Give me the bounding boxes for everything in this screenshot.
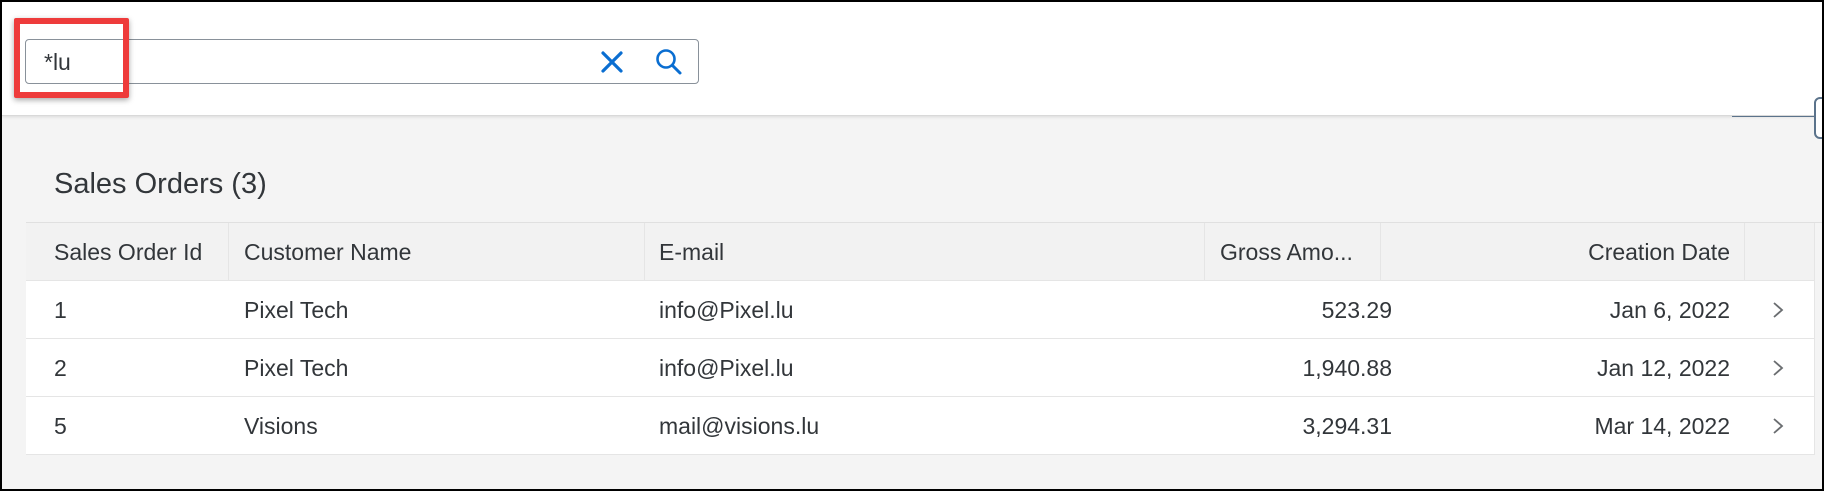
sales-orders-table: Sales Order Id Customer Name E-mail Gros… — [26, 222, 1822, 455]
table-row[interactable]: 5 Visions mail@visions.lu 3,294.31 Mar 1… — [26, 397, 1822, 455]
search-icon[interactable] — [654, 47, 684, 77]
cell-sales-order-id: 2 — [54, 355, 67, 381]
cell-gross-amount: 1,940.88 — [1302, 355, 1392, 381]
column-header-email[interactable]: E-mail — [659, 223, 1159, 281]
cell-email: mail@visions.lu — [659, 413, 820, 439]
row-spacer — [1814, 339, 1822, 397]
column-header-sales-order-id[interactable]: Sales Order Id — [54, 223, 224, 281]
cell-creation-date: Mar 14, 2022 — [1594, 413, 1730, 439]
table-title: Sales Orders (3) — [54, 168, 267, 200]
row-spacer — [1814, 281, 1822, 339]
cell-gross-amount: 3,294.31 — [1302, 413, 1392, 439]
cell-customer-name: Pixel Tech — [244, 355, 349, 381]
splitter-line — [1732, 116, 1822, 117]
app-frame: *lu Sales Orders (3) Sales Order Id Cust… — [0, 0, 1824, 491]
chevron-right-icon[interactable] — [1748, 397, 1808, 455]
splitter-handle[interactable] — [1814, 97, 1822, 139]
table-row[interactable]: 2 Pixel Tech info@Pixel.lu 1,940.88 Jan … — [26, 339, 1822, 397]
column-divider — [228, 223, 229, 281]
column-divider — [1380, 223, 1381, 281]
chevron-right-icon[interactable] — [1748, 339, 1808, 397]
cell-email: info@Pixel.lu — [659, 355, 794, 381]
cell-sales-order-id: 1 — [54, 297, 67, 323]
chevron-right-icon[interactable] — [1748, 281, 1808, 339]
column-divider — [1204, 223, 1205, 281]
column-divider — [644, 223, 645, 281]
cell-customer-name: Pixel Tech — [244, 297, 349, 323]
cell-creation-date: Jan 6, 2022 — [1609, 297, 1730, 323]
column-header-creation-date[interactable]: Creation Date — [1396, 223, 1730, 281]
cell-creation-date: Jan 12, 2022 — [1596, 355, 1730, 381]
cell-email: info@Pixel.lu — [659, 297, 794, 323]
column-header-gross-amount[interactable]: Gross Amo... — [1220, 223, 1380, 281]
search-highlight-annotation — [14, 18, 129, 98]
cell-gross-amount: 523.29 — [1321, 297, 1392, 323]
column-divider — [1744, 223, 1745, 281]
search-header: *lu — [2, 2, 1822, 116]
row-spacer — [1814, 397, 1822, 455]
table-header-row: Sales Order Id Customer Name E-mail Gros… — [26, 223, 1822, 281]
table-row[interactable]: 1 Pixel Tech info@Pixel.lu 523.29 Jan 6,… — [26, 281, 1822, 339]
column-spacer — [1814, 223, 1822, 281]
cell-customer-name: Visions — [244, 413, 318, 439]
close-icon[interactable] — [598, 48, 626, 76]
column-header-customer-name[interactable]: Customer Name — [244, 223, 644, 281]
cell-sales-order-id: 5 — [54, 413, 67, 439]
